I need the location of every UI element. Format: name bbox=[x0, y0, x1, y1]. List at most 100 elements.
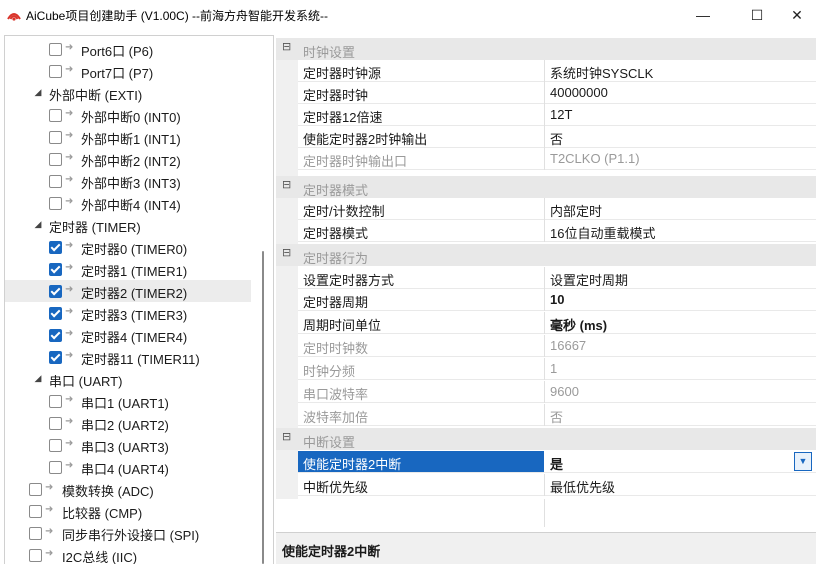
column-divider bbox=[544, 474, 545, 496]
tree-item-timer11[interactable]: ➜ 定时器11 (TIMER11) bbox=[5, 346, 251, 368]
tree-item-label: 外部中断1 (INT1) bbox=[81, 132, 181, 147]
tree-item-timer3[interactable]: ➜ 定时器3 (TIMER3) bbox=[5, 302, 251, 324]
tree-item-label: 串口2 (UART2) bbox=[81, 418, 169, 433]
checkbox-checked[interactable] bbox=[49, 241, 62, 254]
checkbox[interactable] bbox=[49, 175, 62, 188]
category-interrupt-settings[interactable]: ⊟ 中断设置 bbox=[276, 428, 816, 450]
checkbox[interactable] bbox=[49, 439, 62, 452]
tree-item-uart2[interactable]: ➜ 串口2 (UART2) bbox=[5, 412, 251, 434]
checkbox[interactable] bbox=[29, 527, 42, 540]
property-name: 定时器时钟输出口 bbox=[303, 154, 408, 169]
property-value[interactable]: 设置定时周期 bbox=[550, 270, 628, 289]
property-value: 16667 bbox=[550, 338, 587, 353]
property-row[interactable]: 设置定时器方式 设置定时周期 bbox=[298, 267, 816, 289]
checkbox[interactable] bbox=[29, 483, 42, 496]
column-divider bbox=[544, 312, 545, 334]
checkbox[interactable] bbox=[49, 109, 62, 122]
property-row[interactable]: 定时器时钟源 系统时钟SYSCLK bbox=[298, 60, 816, 82]
column-divider bbox=[544, 289, 545, 311]
category-timer-behavior[interactable]: ⊟ 定时器行为 bbox=[276, 244, 816, 266]
property-value[interactable]: 10 bbox=[550, 292, 564, 307]
tree-group-uart[interactable]: ◢ 串口 (UART) bbox=[5, 368, 251, 390]
tree-item-timer1[interactable]: ➜ 定时器1 (TIMER1) bbox=[5, 258, 251, 280]
tree-group-timer[interactable]: ◢ 定时器 (TIMER) bbox=[5, 214, 251, 236]
category-timer-mode[interactable]: ⊟ 定时器模式 bbox=[276, 176, 816, 198]
collapse-toggle-icon[interactable]: ⊟ bbox=[282, 248, 291, 259]
checkbox-checked[interactable] bbox=[49, 307, 62, 320]
checkbox-checked[interactable] bbox=[49, 285, 62, 298]
checkbox[interactable] bbox=[29, 549, 42, 562]
property-value[interactable]: 是 bbox=[550, 454, 563, 473]
checkbox[interactable] bbox=[49, 153, 62, 166]
checkbox[interactable] bbox=[29, 505, 42, 518]
checkbox[interactable] bbox=[49, 131, 62, 144]
tree-item-port6[interactable]: ➜ Port6口 (P6) bbox=[5, 38, 251, 60]
property-value[interactable]: 最低优先级 bbox=[550, 477, 615, 496]
collapse-icon[interactable]: ◢ bbox=[33, 219, 43, 230]
tree-item-label: Port6口 (P6) bbox=[81, 44, 154, 59]
checkbox[interactable] bbox=[49, 461, 62, 474]
collapse-toggle-icon[interactable]: ⊟ bbox=[282, 42, 291, 53]
property-value[interactable]: 40000000 bbox=[550, 85, 608, 100]
property-row[interactable]: 中断优先级 最低优先级 bbox=[298, 474, 816, 496]
arrow-icon: ➜ bbox=[65, 438, 74, 449]
property-name: 中断优先级 bbox=[303, 480, 369, 495]
minimize-button[interactable]: — bbox=[680, 0, 726, 30]
tree-item-int2[interactable]: ➜ 外部中断2 (INT2) bbox=[5, 148, 251, 170]
checkbox[interactable] bbox=[49, 417, 62, 430]
property-row[interactable]: 周期时间单位 毫秒 (ms) bbox=[298, 312, 816, 334]
tree-item-uart3[interactable]: ➜ 串口3 (UART3) bbox=[5, 434, 251, 456]
property-value[interactable]: 内部定时 bbox=[550, 201, 602, 220]
tree-item-adc[interactable]: ➜ 模数转换 (ADC) bbox=[5, 478, 251, 500]
tree-item-timer2[interactable]: ➜ 定时器2 (TIMER2) bbox=[5, 280, 251, 302]
tree-item-int0[interactable]: ➜ 外部中断0 (INT0) bbox=[5, 104, 251, 126]
arrow-icon: ➜ bbox=[65, 196, 74, 207]
collapse-toggle-icon[interactable]: ⊟ bbox=[282, 180, 291, 191]
peripheral-tree: ➜ Port6口 (P6) ➜ Port7口 (P7) ◢ 外部中断 (EXTI… bbox=[4, 35, 274, 564]
close-button[interactable]: ✕ bbox=[774, 0, 818, 30]
tree-item-iic[interactable]: ➜ I2C总线 (IIC) bbox=[5, 544, 251, 564]
property-row[interactable]: 定时器12倍速 12T bbox=[298, 104, 816, 126]
property-value[interactable]: 16位自动重载模式 bbox=[550, 223, 655, 242]
tree-group-exti[interactable]: ◢ 外部中断 (EXTI) bbox=[5, 82, 251, 104]
arrow-icon: ➜ bbox=[65, 64, 74, 75]
selected-name-cell[interactable]: 使能定时器2中断 bbox=[298, 451, 544, 472]
property-row-selected[interactable]: 使能定时器2中断 是 ▼ bbox=[298, 451, 816, 473]
collapse-toggle-icon[interactable]: ⊟ bbox=[282, 432, 291, 443]
property-grid: ⊟ 时钟设置 定时器时钟源 系统时钟SYSCLK 定时器时钟 40000000 … bbox=[276, 38, 816, 564]
checkbox[interactable] bbox=[49, 395, 62, 408]
property-row[interactable]: 定时/计数控制 内部定时 bbox=[298, 198, 816, 220]
property-row[interactable]: 使能定时器2时钟输出 否 bbox=[298, 126, 816, 148]
collapse-icon[interactable]: ◢ bbox=[33, 87, 43, 98]
checkbox[interactable] bbox=[49, 43, 62, 56]
tree-item-timer4[interactable]: ➜ 定时器4 (TIMER4) bbox=[5, 324, 251, 346]
checkbox-checked[interactable] bbox=[49, 351, 62, 364]
tree-scrollbar-thumb[interactable] bbox=[262, 251, 264, 564]
property-value[interactable]: 系统时钟SYSCLK bbox=[550, 63, 653, 82]
property-row-disabled: 串口波特率 9600 bbox=[298, 381, 816, 403]
property-name: 定时器12倍速 bbox=[303, 110, 383, 125]
tree-item-timer0[interactable]: ➜ 定时器0 (TIMER0) bbox=[5, 236, 251, 258]
tree-item-port7[interactable]: ➜ Port7口 (P7) bbox=[5, 60, 251, 82]
tree-item-uart1[interactable]: ➜ 串口1 (UART1) bbox=[5, 390, 251, 412]
collapse-icon[interactable]: ◢ bbox=[33, 373, 43, 384]
tree-item-int1[interactable]: ➜ 外部中断1 (INT1) bbox=[5, 126, 251, 148]
tree-item-cmp[interactable]: ➜ 比较器 (CMP) bbox=[5, 500, 251, 522]
tree-item-label: 定时器1 (TIMER1) bbox=[81, 264, 188, 279]
tree-item-int3[interactable]: ➜ 外部中断3 (INT3) bbox=[5, 170, 251, 192]
property-value[interactable]: 毫秒 (ms) bbox=[550, 315, 607, 334]
checkbox[interactable] bbox=[49, 197, 62, 210]
checkbox-checked[interactable] bbox=[49, 263, 62, 276]
property-row[interactable]: 定时器模式 16位自动重载模式 bbox=[298, 220, 816, 242]
checkbox[interactable] bbox=[49, 65, 62, 78]
property-row[interactable]: 定时器时钟 40000000 bbox=[298, 82, 816, 104]
property-row[interactable]: 定时器周期 10 bbox=[298, 289, 816, 311]
property-value[interactable]: 否 bbox=[550, 129, 563, 148]
category-clock-settings[interactable]: ⊟ 时钟设置 bbox=[276, 38, 816, 60]
tree-item-int4[interactable]: ➜ 外部中断4 (INT4) bbox=[5, 192, 251, 214]
tree-item-uart4[interactable]: ➜ 串口4 (UART4) bbox=[5, 456, 251, 478]
property-value[interactable]: 12T bbox=[550, 107, 572, 122]
tree-item-spi[interactable]: ➜ 同步串行外设接口 (SPI) bbox=[5, 522, 251, 544]
checkbox-checked[interactable] bbox=[49, 329, 62, 342]
dropdown-button[interactable]: ▼ bbox=[794, 452, 812, 471]
